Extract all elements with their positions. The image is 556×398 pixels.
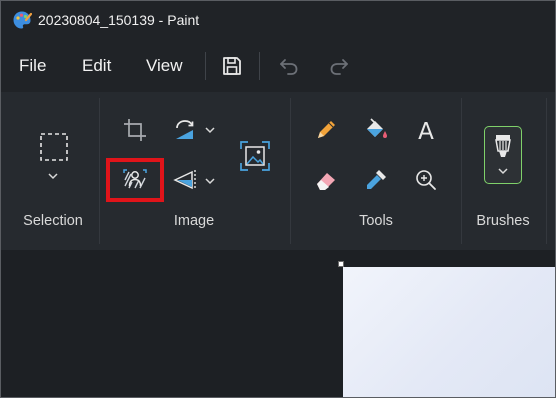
- canvas-area: [0, 250, 556, 398]
- paint-palette-icon: [12, 10, 32, 30]
- crop-icon[interactable]: [121, 116, 149, 144]
- brushes-button[interactable]: [484, 126, 522, 184]
- group-divider: [290, 98, 291, 244]
- fill-bucket-icon[interactable]: [362, 116, 390, 144]
- group-label-tools: Tools: [359, 213, 393, 229]
- magnifier-icon[interactable]: [412, 166, 440, 194]
- menu-view[interactable]: View: [146, 56, 183, 76]
- brush-icon: [490, 133, 516, 159]
- text-icon[interactable]: A: [412, 116, 440, 144]
- chevron-down-icon[interactable]: [204, 177, 216, 185]
- pencil-icon[interactable]: [312, 116, 340, 144]
- flip-icon[interactable]: [171, 166, 199, 194]
- ribbon-toolbar: Selection Image A Tools Brushes: [0, 92, 556, 250]
- rectangle-select-icon[interactable]: [39, 132, 69, 162]
- chevron-down-icon[interactable]: [47, 172, 59, 180]
- menu-file[interactable]: File: [19, 56, 46, 76]
- group-label-image: Image: [173, 213, 215, 229]
- group-divider: [461, 98, 462, 244]
- menu-edit[interactable]: Edit: [82, 56, 111, 76]
- resize-icon[interactable]: [239, 140, 271, 172]
- canvas-page[interactable]: [343, 267, 556, 398]
- svg-text:A: A: [418, 119, 434, 144]
- chevron-down-icon: [497, 167, 509, 175]
- group-label-selection: Selection: [23, 213, 83, 229]
- group-label-brushes: Brushes: [476, 213, 530, 229]
- highlight-box: [106, 158, 164, 202]
- group-divider: [546, 98, 547, 244]
- eraser-icon[interactable]: [312, 166, 340, 194]
- title-bar: 20230804_150139 - Paint: [0, 0, 556, 42]
- color-picker-icon[interactable]: [362, 166, 390, 194]
- undo-icon[interactable]: [276, 53, 302, 79]
- window-title: 20230804_150139 - Paint: [38, 12, 200, 28]
- menu-divider: [259, 52, 260, 80]
- save-icon[interactable]: [219, 53, 245, 79]
- chevron-down-icon[interactable]: [204, 126, 216, 134]
- redo-icon[interactable]: [326, 53, 352, 79]
- menu-divider: [205, 52, 206, 80]
- menu-bar: File Edit View: [0, 42, 556, 92]
- rotate-icon[interactable]: [171, 116, 199, 144]
- group-divider: [99, 98, 100, 244]
